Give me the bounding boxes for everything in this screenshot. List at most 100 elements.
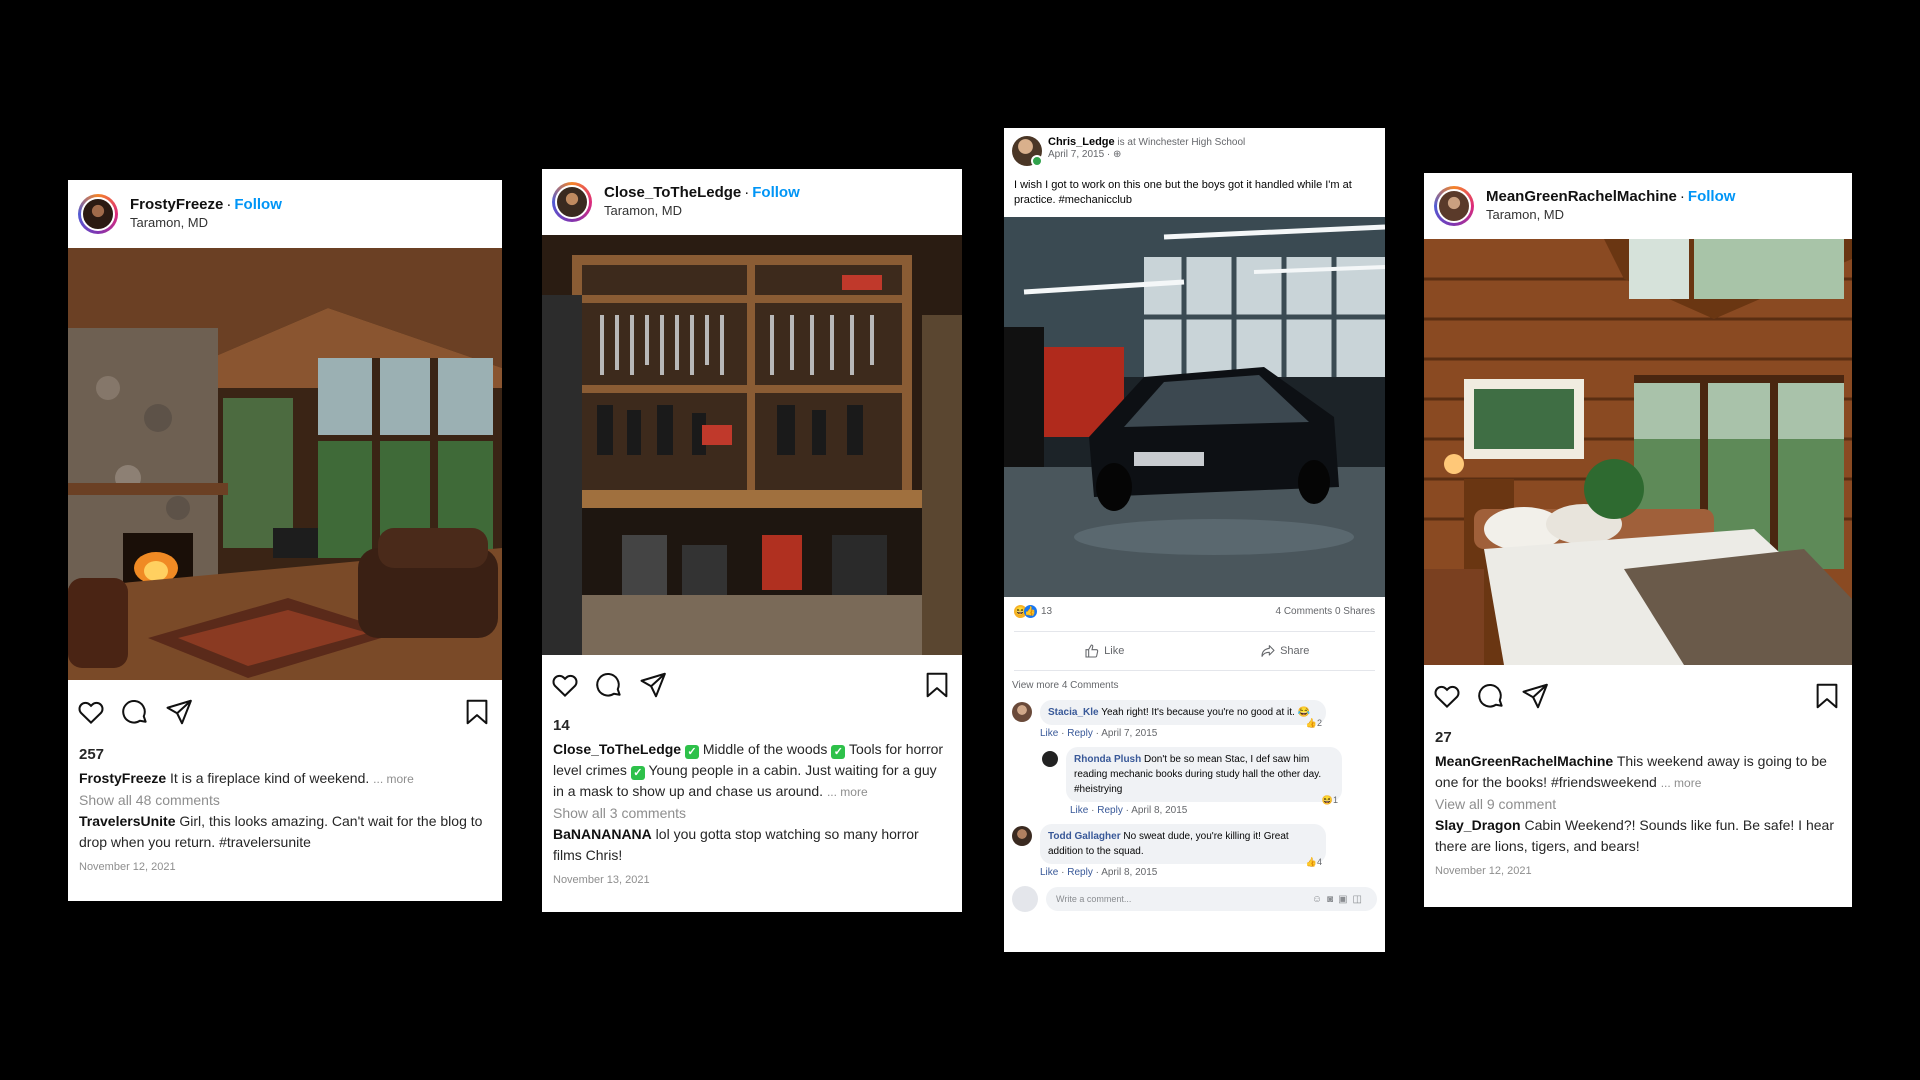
gif-icon[interactable]: ▣ [1338, 894, 1352, 905]
comment-icon[interactable] [1476, 681, 1506, 711]
username[interactable]: MeanGreenRachelMachine [1486, 188, 1677, 205]
comment-username[interactable]: TravelersUnite [79, 813, 176, 829]
caption: MeanGreenRachelMachine This weekend away… [1435, 751, 1841, 794]
camera-icon[interactable]: ◙ [1327, 894, 1338, 905]
thumbs-up-icon [1085, 644, 1099, 658]
comment-like-count[interactable]: 👍4 [1306, 855, 1322, 870]
avatar[interactable] [552, 182, 592, 222]
caption: Close_ToTheLedge ✓ Middle of the woods ✓… [553, 739, 951, 803]
like-reaction-icon[interactable]: 👍 [1024, 604, 1037, 618]
bookmark-icon[interactable] [462, 697, 492, 727]
avatar[interactable] [1434, 186, 1474, 226]
post-header: Close_ToTheLedge · Follow Taramon, MD [542, 169, 962, 235]
username[interactable]: FrostyFreeze [130, 196, 223, 213]
post-date: November 12, 2021 [79, 861, 176, 873]
follow-button[interactable]: Follow [234, 196, 282, 213]
caption-username[interactable]: Close_ToTheLedge [553, 741, 681, 757]
more-link[interactable]: ... more [1661, 776, 1702, 790]
comment-bubble: Rhonda Plush Don't be so mean Stac, I de… [1066, 747, 1342, 805]
location[interactable]: Taramon, MD [130, 214, 282, 232]
avatar[interactable] [78, 194, 118, 234]
comment: Todd Gallagher No sweat dude, you're kil… [1004, 824, 1385, 878]
follow-button[interactable]: Follow [1688, 188, 1736, 205]
commenter-avatar[interactable] [1012, 702, 1032, 722]
commenter-name[interactable]: Stacia_Kle [1048, 707, 1099, 718]
follow-button[interactable]: Follow [752, 184, 800, 201]
likes-count[interactable]: 257 [79, 744, 491, 765]
checkmark-icon: ✓ [630, 766, 645, 780]
post-header: MeanGreenRachelMachine · Follow Taramon, M… [1424, 173, 1852, 239]
comment-date[interactable]: April 7, 2015 [1101, 728, 1157, 739]
comment-input-placeholder: Write a comment... [1056, 894, 1132, 904]
comments-shares-count[interactable]: 4 Comments 0 Shares [1276, 606, 1376, 617]
view-more-comments-link[interactable]: View more 4 Comments [1004, 671, 1385, 700]
comment-input-icons: ☺◙▣◫ [1312, 894, 1367, 905]
share-icon[interactable] [164, 697, 194, 727]
comment-like-count[interactable]: 👍2 [1306, 716, 1322, 731]
more-link[interactable]: ... more [827, 785, 868, 799]
username[interactable]: Chris_Ledge [1048, 136, 1115, 148]
comment-reply-link[interactable]: Reply [1067, 867, 1093, 878]
post-header: FrostyFreeze · Follow Taramon, MD [68, 180, 502, 248]
post-text: I wish I got to work on this one but the… [1014, 179, 1352, 206]
heart-icon[interactable] [76, 697, 106, 727]
instagram-post-card: MeanGreenRachelMachine · Follow Taramon, M… [1424, 173, 1852, 907]
like-button[interactable]: Like [1014, 643, 1195, 659]
instagram-post-card: Close_ToTheLedge · Follow Taramon, MD 14… [542, 169, 962, 912]
comment-like-link[interactable]: Like [1040, 728, 1058, 739]
emoji-icon[interactable]: ☺ [1312, 894, 1327, 905]
current-user-avatar [1012, 886, 1038, 912]
commenter-name[interactable]: Rhonda Plush [1074, 754, 1141, 765]
sticker-icon[interactable]: ◫ [1353, 894, 1367, 905]
comment-like-count[interactable]: 😆1 [1322, 793, 1338, 808]
comment-username[interactable]: Slay_Dragon [1435, 817, 1521, 833]
likes-count[interactable]: 27 [1435, 727, 1841, 748]
comment-icon[interactable] [594, 670, 624, 700]
avatar[interactable] [1012, 136, 1043, 167]
bookmark-icon[interactable] [1812, 681, 1842, 711]
comment-username[interactable]: BaNANANANA [553, 826, 652, 842]
show-comments-link[interactable]: View all 9 comment [1435, 794, 1841, 815]
comment-date[interactable]: April 8, 2015 [1131, 805, 1187, 816]
username[interactable]: Close_ToTheLedge [604, 184, 741, 201]
caption-username[interactable]: FrostyFreeze [79, 770, 166, 786]
location[interactable]: Taramon, MD [1486, 206, 1735, 224]
commenter-avatar[interactable] [1012, 826, 1032, 846]
post-header: Chris_Ledge is at Winchester High School… [1004, 128, 1385, 167]
comment-date[interactable]: April 8, 2015 [1101, 867, 1157, 878]
comment-icon[interactable] [120, 697, 150, 727]
comment-like-link[interactable]: Like [1070, 805, 1088, 816]
separator-dot: · [226, 196, 232, 213]
reaction-count[interactable]: 13 [1041, 606, 1052, 617]
separator-dot: · [744, 184, 750, 201]
comment-bubble: Stacia_Kle Yeah right! It's because you'… [1040, 700, 1326, 728]
comment-like-link[interactable]: Like [1040, 867, 1058, 878]
bookmark-icon[interactable] [922, 670, 952, 700]
caption-username[interactable]: MeanGreenRachelMachine [1435, 753, 1613, 769]
cabin-fireplace-photo [68, 248, 502, 680]
checkin-text[interactable]: is at Winchester High School [1117, 137, 1245, 148]
commenter-avatar[interactable] [1042, 751, 1058, 767]
more-link[interactable]: ... more [373, 772, 414, 786]
share-icon[interactable] [1520, 681, 1550, 711]
show-comments-link[interactable]: Show all 3 comments [553, 803, 951, 824]
heart-icon[interactable] [1432, 681, 1462, 711]
likes-count[interactable]: 14 [553, 715, 951, 736]
heart-icon[interactable] [550, 670, 580, 700]
comment-reply-link[interactable]: Reply [1067, 728, 1093, 739]
comment-reply-link[interactable]: Reply [1097, 805, 1123, 816]
post-date: November 13, 2021 [553, 874, 650, 886]
comment-text: Yeah right! It's because you're no good … [1101, 707, 1311, 718]
share-icon[interactable] [638, 670, 668, 700]
user-info: Chris_Ledge is at Winchester High School… [1048, 136, 1245, 166]
checkmark-icon: ✓ [831, 745, 846, 759]
comment: Slay_Dragon Cabin Weekend?! Sounds like … [1435, 815, 1841, 857]
location[interactable]: Taramon, MD [604, 202, 800, 220]
show-comments-link[interactable]: Show all 48 comments [79, 790, 491, 811]
comment-input[interactable]: Write a comment... ☺◙▣◫ [1046, 887, 1377, 911]
post-body: 27 MeanGreenRachelMachine This weekend a… [1424, 727, 1852, 882]
post-time[interactable]: April 7, 2015 · [1048, 149, 1113, 160]
share-button[interactable]: Share [1195, 643, 1376, 659]
comment: Stacia_Kle Yeah right! It's because you'… [1004, 700, 1385, 739]
commenter-name[interactable]: Todd Gallagher [1048, 831, 1121, 842]
